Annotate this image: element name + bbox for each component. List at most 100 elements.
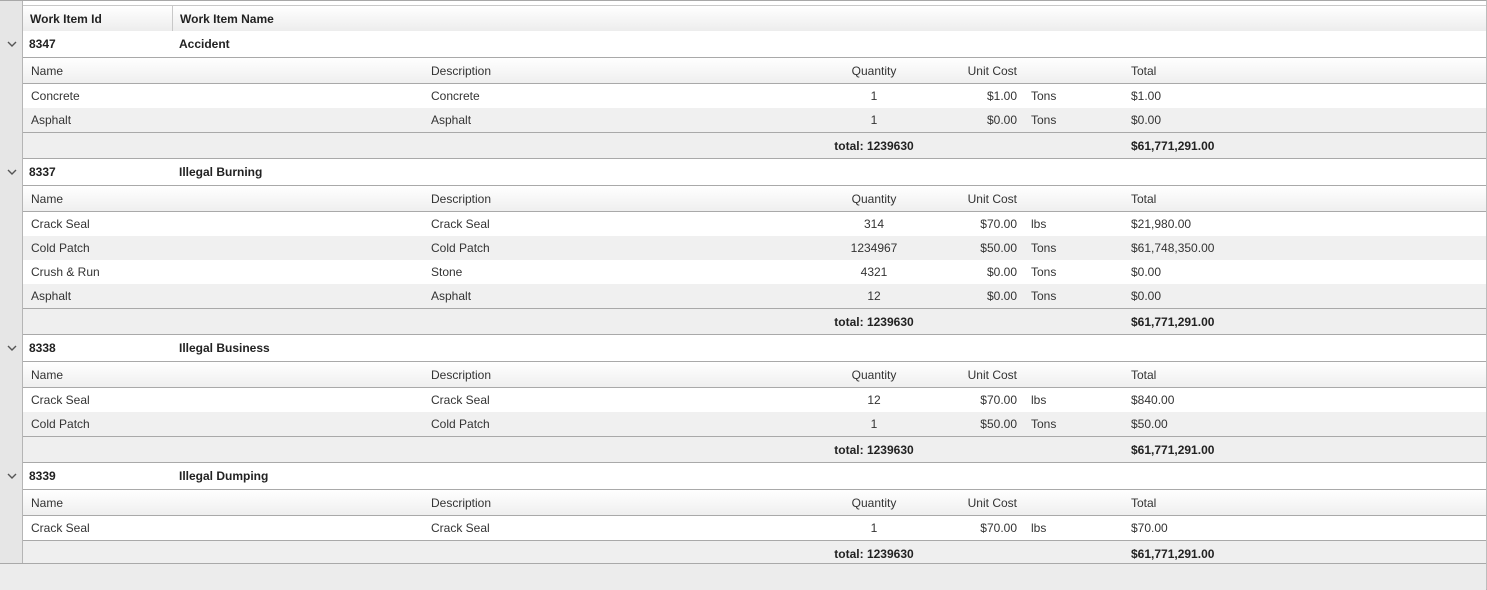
detail-header-name[interactable]: Name bbox=[31, 368, 63, 382]
footer-quantity-total: total: 1239630 bbox=[834, 315, 914, 329]
column-separator[interactable] bbox=[172, 6, 173, 32]
table-row[interactable]: Asphalt Asphalt 1 $0.00 Tons $0.00 bbox=[23, 108, 1486, 132]
cell-quantity: 1 bbox=[870, 521, 878, 535]
detail-header-total[interactable]: Total bbox=[1131, 368, 1156, 382]
group-row[interactable]: 8339 Illegal Dumping bbox=[23, 463, 1486, 490]
cell-quantity: 4321 bbox=[860, 265, 888, 279]
footer-grand-total: $61,771,291.00 bbox=[1131, 139, 1215, 153]
row-indicator-gutter bbox=[0, 1, 23, 589]
chevron-down-icon[interactable] bbox=[6, 40, 18, 50]
footer-grand-total: $61,771,291.00 bbox=[1131, 443, 1215, 457]
cell-description: Crack Seal bbox=[431, 521, 490, 535]
column-header-work-item-id[interactable]: Work Item Id bbox=[30, 12, 102, 26]
detail-header-quantity[interactable]: Quantity bbox=[844, 192, 904, 206]
group-id: 8338 bbox=[29, 341, 56, 355]
cell-quantity: 12 bbox=[867, 289, 881, 303]
cell-unit: Tons bbox=[1031, 289, 1057, 303]
cell-total: $21,980.00 bbox=[1131, 217, 1192, 231]
detail-header-name[interactable]: Name bbox=[31, 192, 63, 206]
cell-unit: Tons bbox=[1031, 89, 1057, 103]
cell-unit-cost: $0.00 bbox=[986, 289, 1017, 303]
detail-header: Name Description Quantity Unit Cost Total bbox=[23, 186, 1486, 212]
cell-name: Crack Seal bbox=[31, 521, 90, 535]
group-row[interactable]: 8338 Illegal Business bbox=[23, 335, 1486, 362]
cell-name: Cold Patch bbox=[31, 417, 90, 431]
detail-header-description[interactable]: Description bbox=[431, 368, 491, 382]
cell-name: Crack Seal bbox=[31, 393, 90, 407]
detail-header-name[interactable]: Name bbox=[31, 496, 63, 510]
group-name: Accident bbox=[179, 37, 230, 51]
cell-total: $0.00 bbox=[1131, 265, 1162, 279]
detail-header-unit-cost[interactable]: Unit Cost bbox=[957, 192, 1017, 206]
cell-total: $50.00 bbox=[1131, 417, 1168, 431]
group-row[interactable]: 8347 Accident bbox=[23, 31, 1486, 58]
table-row[interactable]: Crack Seal Crack Seal 314 $70.00 lbs $21,980.… bbox=[23, 212, 1486, 236]
detail-header-description[interactable]: Description bbox=[431, 64, 491, 78]
cell-quantity: 1234967 bbox=[850, 241, 898, 255]
cell-total: $0.00 bbox=[1131, 289, 1162, 303]
detail-header-unit-cost[interactable]: Unit Cost bbox=[957, 496, 1017, 510]
column-header-work-item-name[interactable]: Work Item Name bbox=[180, 12, 274, 26]
detail-header-unit-cost[interactable]: Unit Cost bbox=[957, 64, 1017, 78]
detail-header-quantity[interactable]: Quantity bbox=[844, 64, 904, 78]
cell-unit: lbs bbox=[1031, 393, 1047, 407]
footer-quantity-total: total: 1239630 bbox=[834, 547, 914, 561]
table-row[interactable]: Crush & Run Stone 4321 $0.00 Tons $0.00 bbox=[23, 260, 1486, 284]
chevron-down-icon[interactable] bbox=[6, 472, 18, 482]
group-name: Illegal Dumping bbox=[179, 469, 269, 483]
table-row[interactable]: Crack Seal Crack Seal 12 $70.00 lbs $840.00 bbox=[23, 388, 1486, 412]
detail-header-total[interactable]: Total bbox=[1131, 64, 1156, 78]
group-id: 8347 bbox=[29, 37, 56, 51]
table-row[interactable]: Cold Patch Cold Patch 1 $50.00 Tons $50.00 bbox=[23, 412, 1486, 436]
cell-quantity: 12 bbox=[867, 393, 881, 407]
cell-unit-cost: $0.00 bbox=[986, 113, 1017, 127]
footer-grand-total: $61,771,291.00 bbox=[1131, 315, 1215, 329]
cell-unit: Tons bbox=[1031, 241, 1057, 255]
detail-header-name[interactable]: Name bbox=[31, 64, 63, 78]
table-row[interactable]: Crack Seal Crack Seal 1 $70.00 lbs $70.00 bbox=[23, 516, 1486, 540]
work-items-grid: Work Item Id Work Item Name 8347 Accident… bbox=[0, 0, 1487, 590]
cell-quantity: 1 bbox=[870, 113, 878, 127]
cell-name: Cold Patch bbox=[31, 241, 90, 255]
cell-total: $1.00 bbox=[1131, 89, 1162, 103]
cell-unit: Tons bbox=[1031, 113, 1057, 127]
detail-header: Name Description Quantity Unit Cost Total bbox=[23, 490, 1486, 516]
detail-header-description[interactable]: Description bbox=[431, 192, 491, 206]
group-row[interactable]: 8337 Illegal Burning bbox=[23, 159, 1486, 186]
cell-total: $70.00 bbox=[1131, 521, 1168, 535]
detail-header-total[interactable]: Total bbox=[1131, 496, 1156, 510]
group-footer: total: 1239630 $61,771,291.00 bbox=[23, 308, 1486, 335]
table-row[interactable]: Cold Patch Cold Patch 1234967 $50.00 Tons $61… bbox=[23, 236, 1486, 260]
cell-description: Stone bbox=[431, 265, 463, 279]
cell-unit-cost: $70.00 bbox=[980, 217, 1017, 231]
detail-header: Name Description Quantity Unit Cost Total bbox=[23, 58, 1486, 84]
detail-header-quantity[interactable]: Quantity bbox=[844, 496, 904, 510]
detail-header-description[interactable]: Description bbox=[431, 496, 491, 510]
detail-header-unit-cost[interactable]: Unit Cost bbox=[957, 368, 1017, 382]
footer-grand-total: $61,771,291.00 bbox=[1131, 547, 1215, 561]
detail-header-total[interactable]: Total bbox=[1131, 192, 1156, 206]
cell-unit-cost: $50.00 bbox=[980, 417, 1017, 431]
cell-description: Cold Patch bbox=[431, 241, 490, 255]
group-footer: total: 1239630 $61,771,291.00 bbox=[23, 132, 1486, 159]
cell-unit: Tons bbox=[1031, 417, 1057, 431]
cell-description: Crack Seal bbox=[431, 393, 490, 407]
cell-unit: lbs bbox=[1031, 217, 1047, 231]
cell-unit-cost: $70.00 bbox=[980, 521, 1017, 535]
cell-description: Concrete bbox=[431, 89, 480, 103]
group-name: Illegal Burning bbox=[179, 165, 263, 179]
table-row[interactable]: Asphalt Asphalt 12 $0.00 Tons $0.00 bbox=[23, 284, 1486, 308]
cell-unit: Tons bbox=[1031, 265, 1057, 279]
footer-quantity-total: total: 1239630 bbox=[834, 139, 914, 153]
cell-unit: lbs bbox=[1031, 521, 1047, 535]
cell-quantity: 1 bbox=[870, 89, 878, 103]
table-row[interactable]: Concrete Concrete 1 $1.00 Tons $1.00 bbox=[23, 84, 1486, 108]
detail-header-quantity[interactable]: Quantity bbox=[844, 368, 904, 382]
chevron-down-icon[interactable] bbox=[6, 344, 18, 354]
group-id: 8339 bbox=[29, 469, 56, 483]
cell-total: $0.00 bbox=[1131, 113, 1162, 127]
chevron-down-icon[interactable] bbox=[6, 168, 18, 178]
cell-description: Asphalt bbox=[431, 289, 472, 303]
group-name: Illegal Business bbox=[179, 341, 270, 355]
cell-name: Asphalt bbox=[31, 113, 72, 127]
